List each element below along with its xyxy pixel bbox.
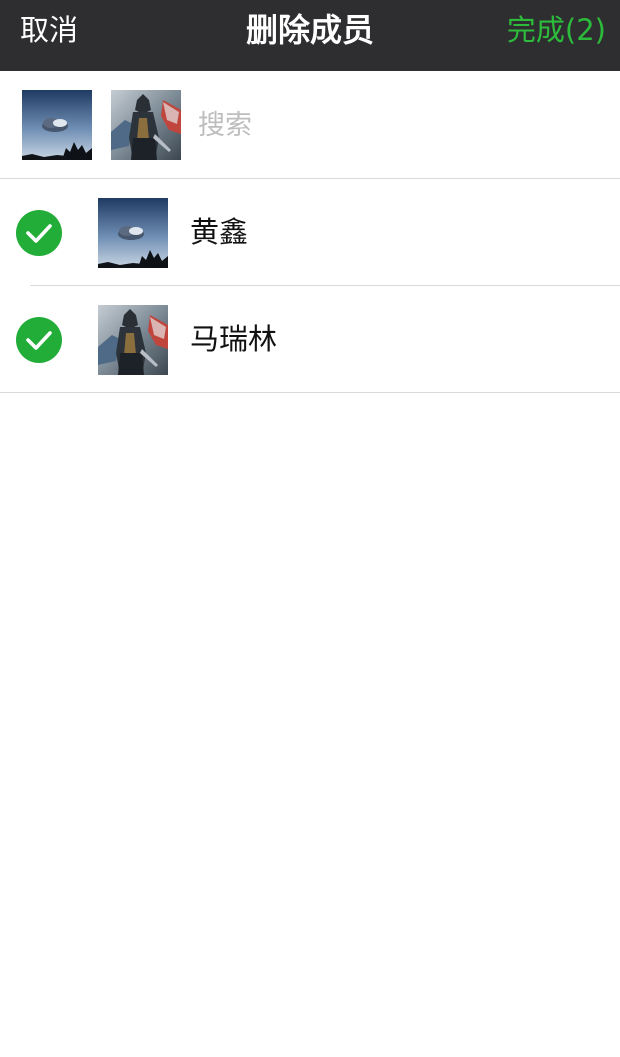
- search-bar: [0, 71, 620, 179]
- member-row-1[interactable]: 马瑞林: [0, 286, 620, 393]
- member-avatar: [98, 198, 168, 268]
- selected-member-avatar-1[interactable]: [22, 90, 92, 160]
- checked-circle-icon[interactable]: [16, 210, 62, 256]
- member-row-0[interactable]: 黄鑫: [0, 179, 620, 286]
- hooded-figure-avatar-icon: [111, 90, 181, 160]
- member-name: 黄鑫: [190, 215, 249, 249]
- row-divider: [0, 392, 620, 393]
- done-button[interactable]: 完成(2): [507, 0, 606, 60]
- member-avatar: [98, 305, 168, 375]
- sky-cloud-avatar-icon: [98, 198, 168, 268]
- hooded-figure-avatar-icon: [98, 305, 168, 375]
- selected-member-avatar-2[interactable]: [111, 90, 181, 160]
- search-input[interactable]: [198, 93, 598, 157]
- sky-cloud-avatar-icon: [22, 90, 92, 160]
- checked-circle-icon[interactable]: [16, 317, 62, 363]
- top-navbar: 取消 删除成员 完成(2): [0, 0, 620, 71]
- member-name: 马瑞林: [190, 322, 278, 356]
- member-list: 黄鑫 马瑞林: [0, 179, 620, 393]
